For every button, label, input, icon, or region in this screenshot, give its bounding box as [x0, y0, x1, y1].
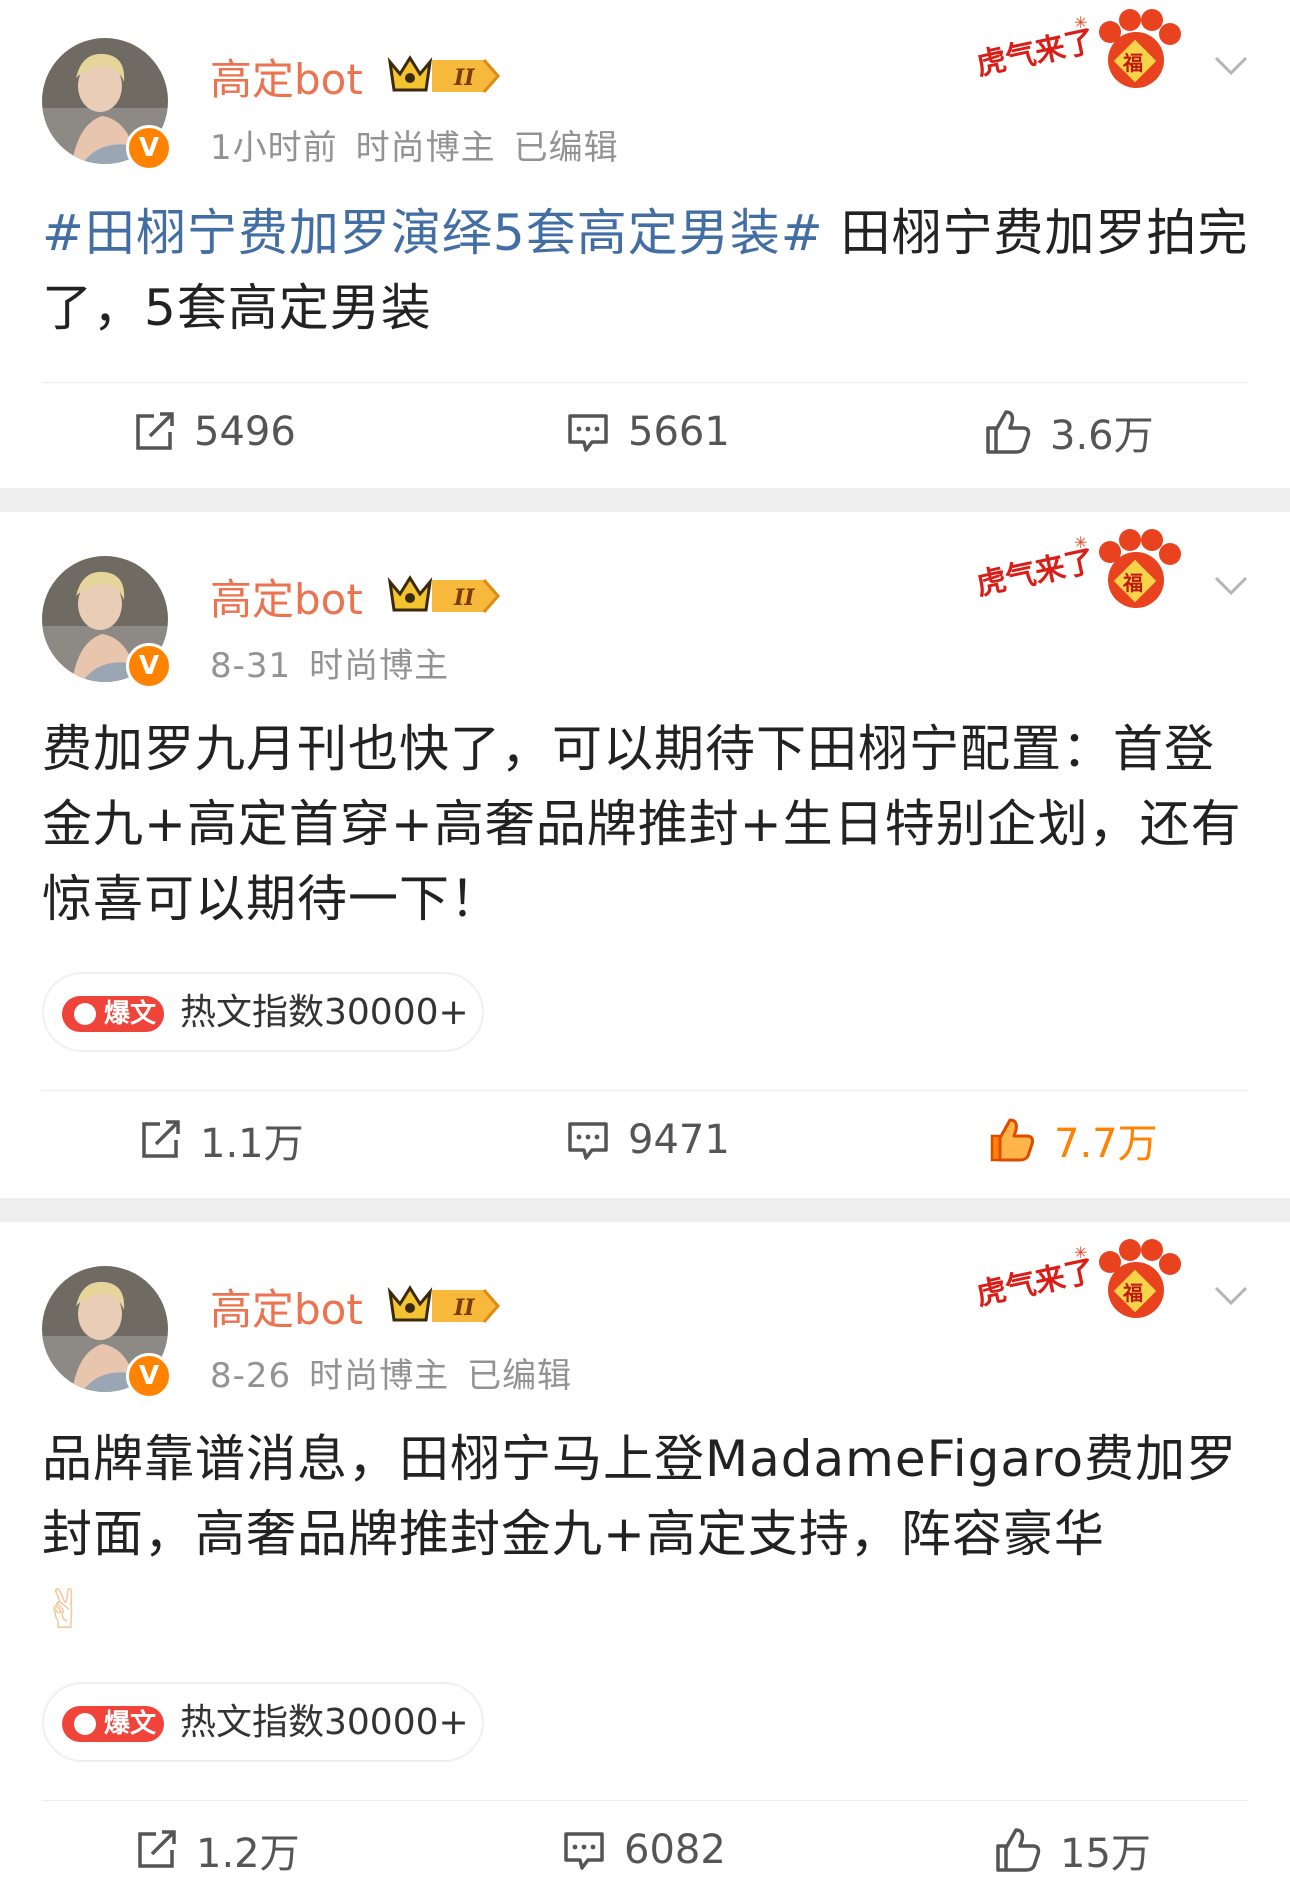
post-card-1[interactable]: V 高定bot II 1小时前 时尚博主 已编辑 虎气来了 福 ✳ #田栩宁费加罗演…: [0, 0, 1290, 496]
hot-label-pill: 爆文: [62, 1706, 164, 1742]
divider: [42, 1800, 1248, 1801]
verified-badge-icon: V: [126, 643, 172, 689]
post-content: 费加罗九月刊也快了，可以期待下田栩宁配置：首登金九+高定首穿+高奢品牌推封+生日…: [42, 712, 1252, 937]
like-button[interactable]: 3.6万: [984, 402, 1154, 462]
comment-icon: [568, 414, 608, 452]
comment-icon: [564, 1832, 604, 1870]
post-text: 费加罗九月刊也快了，可以期待下田栩宁配置：首登金九+高定首穿+高奢品牌推封+生日…: [42, 720, 1242, 928]
repost-count: 1.2万: [196, 1831, 300, 1877]
svg-text:福: 福: [1122, 51, 1143, 75]
user-tag: 时尚博主: [309, 1356, 450, 1396]
svg-text:虎气来了: 虎气来了: [973, 544, 1098, 603]
post-time: 8-26: [210, 1356, 292, 1396]
comment-icon: [568, 1122, 608, 1160]
username[interactable]: 高定bot: [210, 46, 363, 107]
user-tag: 时尚博主: [355, 128, 496, 168]
username[interactable]: 高定bot: [210, 566, 363, 627]
comment-button[interactable]: 6082: [562, 1820, 726, 1880]
post-meta: 8-26 时尚博主 已编辑: [210, 1348, 590, 1397]
comment-button[interactable]: 5661: [566, 402, 730, 462]
repost-count: 5496: [194, 409, 296, 455]
comment-count: 6082: [624, 1827, 726, 1873]
like-count: 7.7万: [1054, 1121, 1158, 1167]
like-count: 3.6万: [1050, 413, 1154, 459]
post-time: 1小时前: [210, 128, 338, 168]
chevron-down-icon[interactable]: [1214, 576, 1248, 596]
svg-text:✳: ✳: [1074, 533, 1087, 552]
like-button[interactable]: 15万: [994, 1820, 1151, 1880]
comment-count: 5661: [628, 409, 730, 455]
hot-label-pill: 爆文: [62, 996, 164, 1032]
member-crown-icon: II: [387, 575, 500, 613]
thumbs-up-filled-icon: [990, 1118, 1034, 1162]
fu-paw-icon[interactable]: 虎气来了 福 ✳: [970, 526, 1196, 612]
verified-badge-icon: V: [126, 1353, 172, 1399]
post-card-3[interactable]: V 高定bot II 8-26 时尚博主 已编辑 虎气来了 福 ✳ 品牌靠谱消息，田…: [0, 1222, 1290, 1891]
hot-post-badge[interactable]: 爆文 热文指数30000+: [42, 972, 484, 1052]
username[interactable]: 高定bot: [210, 1276, 363, 1337]
post-content: 品牌靠谱消息，田栩宁马上登MadameFigaro费加罗封面，高奢品牌推封金九+…: [42, 1422, 1252, 1649]
thumbs-up-icon: [986, 410, 1031, 454]
svg-text:II: II: [453, 585, 475, 611]
post-meta: 8-31 时尚博主: [210, 638, 467, 687]
comment-count: 9471: [628, 1117, 730, 1163]
post-content: #田栩宁费加罗演绎5套高定男装# 田栩宁费加罗拍完了，5套高定男装: [42, 196, 1252, 346]
divider: [42, 1090, 1248, 1091]
like-count: 15万: [1060, 1831, 1151, 1877]
edited-tag: 已编辑: [513, 128, 619, 168]
member-crown-icon: II: [387, 55, 500, 93]
post-card-2[interactable]: V 高定bot II 8-31 时尚博主 虎气来了 福 ✳ 费加罗九月刊也快了，可…: [0, 512, 1290, 1198]
svg-text:II: II: [453, 65, 475, 91]
hot-index-text: 热文指数30000+: [180, 992, 469, 1033]
chevron-down-icon[interactable]: [1214, 1286, 1248, 1306]
like-button[interactable]: 7.7万: [988, 1110, 1158, 1170]
post-time: 8-31: [210, 646, 292, 686]
svg-text:✳: ✳: [1074, 1243, 1087, 1262]
member-crown-icon: II: [387, 1285, 500, 1323]
victory-hand-emoji: ✌: [42, 1578, 89, 1641]
repost-button[interactable]: 1.2万: [134, 1820, 300, 1880]
repost-button[interactable]: 1.1万: [138, 1110, 304, 1170]
svg-text:福: 福: [1122, 1281, 1143, 1305]
feed-separator: [0, 488, 1290, 512]
post-text: 品牌靠谱消息，田栩宁马上登MadameFigaro费加罗封面，高奢品牌推封金九+…: [42, 1430, 1238, 1563]
user-tag: 时尚博主: [309, 646, 450, 686]
divider: [42, 382, 1248, 383]
hot-index-text: 热文指数30000+: [180, 1702, 469, 1743]
repost-icon: [142, 1120, 180, 1158]
post-meta: 1小时前 时尚博主 已编辑: [210, 120, 637, 169]
topic-link[interactable]: #田栩宁费加罗演绎5套高定男装#: [42, 204, 824, 262]
hot-post-badge[interactable]: 爆文 热文指数30000+: [42, 1682, 484, 1762]
fu-paw-icon[interactable]: 虎气来了 福 ✳: [970, 1236, 1196, 1322]
svg-text:虎气来了: 虎气来了: [973, 1254, 1098, 1313]
repost-icon: [136, 412, 174, 450]
fu-paw-icon[interactable]: 虎气来了 福 ✳: [970, 6, 1196, 92]
flame-icon: [74, 1713, 96, 1735]
repost-count: 1.1万: [200, 1121, 304, 1167]
flame-icon: [74, 1003, 96, 1025]
thumbs-up-icon: [996, 1828, 1041, 1872]
svg-text:II: II: [453, 1295, 475, 1321]
repost-button[interactable]: 5496: [132, 402, 296, 462]
chevron-down-icon[interactable]: [1214, 56, 1248, 76]
svg-text:✳: ✳: [1074, 13, 1087, 32]
repost-icon: [138, 1830, 176, 1868]
edited-tag: 已编辑: [467, 1356, 573, 1396]
verified-badge-icon: V: [126, 125, 172, 171]
feed-separator: [0, 1198, 1290, 1222]
comment-button[interactable]: 9471: [566, 1110, 730, 1170]
svg-text:福: 福: [1122, 571, 1143, 595]
svg-text:虎气来了: 虎气来了: [973, 24, 1098, 83]
